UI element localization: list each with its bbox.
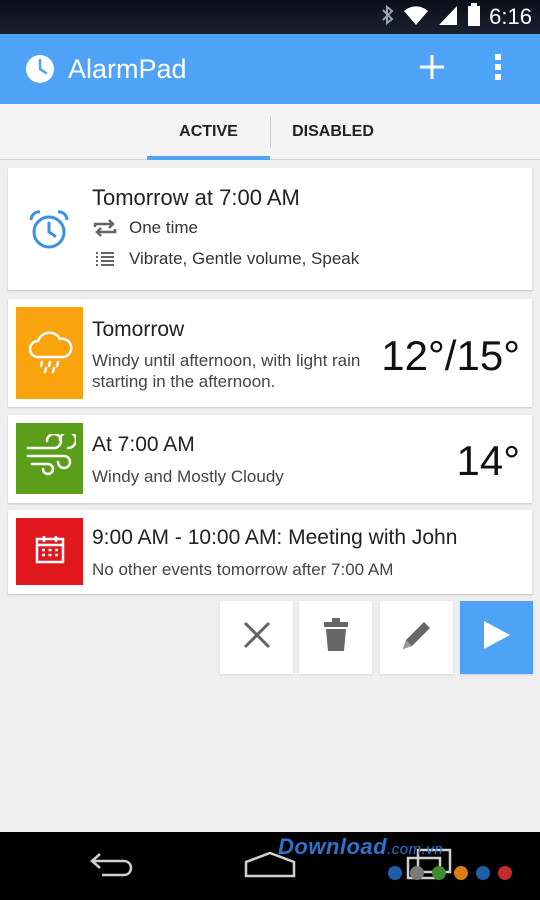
- delete-button[interactable]: [299, 601, 372, 674]
- alarm-repeat-row: One time: [92, 218, 198, 238]
- watermark-dot: [388, 866, 402, 880]
- watermark-domain: .com.vn: [387, 841, 444, 858]
- hourly-time: At 7:00 AM: [92, 433, 195, 456]
- alarm-clock-icon: [27, 208, 71, 252]
- play-button[interactable]: [460, 601, 533, 674]
- alarm-repeat-text: One time: [129, 218, 198, 237]
- alarm-options-text: Vibrate, Gentle volume, Speak: [129, 249, 360, 268]
- signal-icon: [437, 4, 459, 31]
- alarm-clock-icon: [24, 53, 56, 85]
- tab-bar: ACTIVE DISABLED: [0, 104, 540, 160]
- hourly-temperature: 14°: [456, 437, 520, 484]
- calendar-tile: [16, 518, 83, 585]
- battery-icon: [467, 2, 481, 32]
- status-time: 6:16: [489, 4, 532, 29]
- bluetooth-icon: [381, 4, 395, 31]
- watermark-brand: Download: [278, 834, 388, 859]
- watermark-dot: [432, 866, 446, 880]
- watermark-dot: [454, 866, 468, 880]
- calendar-icon: [34, 533, 66, 570]
- wind-icon: [24, 430, 77, 483]
- watermark-dot: [476, 866, 490, 880]
- rain-cloud-icon: [26, 327, 74, 380]
- back-icon: [88, 850, 136, 883]
- tab-disabled[interactable]: DISABLED: [272, 104, 394, 160]
- watermark: Download.com.vn: [278, 834, 443, 860]
- add-icon: [418, 53, 446, 86]
- event-title: 9:00 AM - 10:00 AM: Meeting with John: [92, 526, 458, 549]
- more-vert-icon: [494, 53, 502, 86]
- navigation-bar: Download.com.vn: [0, 832, 540, 900]
- alarm-card[interactable]: Tomorrow at 7:00 AM One time Vibrate, Ge…: [8, 168, 532, 290]
- watermark-dot: [410, 866, 424, 880]
- status-bar: 6:16: [0, 0, 540, 34]
- status-icons: 6:16: [381, 0, 532, 34]
- hourly-forecast-card[interactable]: At 7:00 AM Windy and Mostly Cloudy 14°: [8, 415, 532, 503]
- weather-forecast-card[interactable]: Tomorrow Windy until afternoon, with lig…: [8, 299, 532, 407]
- forecast-day: Tomorrow: [92, 318, 185, 341]
- trash-icon: [323, 618, 349, 657]
- watermark-dots: [388, 866, 512, 880]
- forecast-temperature: 12°/15°: [381, 332, 520, 379]
- tab-indicator: [147, 156, 270, 160]
- dismiss-button[interactable]: [220, 601, 293, 674]
- alarm-options-row: Vibrate, Gentle volume, Speak: [92, 249, 359, 269]
- hourly-description: Windy and Mostly Cloudy: [92, 467, 284, 486]
- pencil-icon: [401, 619, 433, 656]
- forecast-description: Windy until afternoon, with light rain s…: [92, 351, 361, 391]
- overflow-menu-button[interactable]: [470, 41, 526, 97]
- edit-button[interactable]: [380, 601, 453, 674]
- back-button[interactable]: [72, 844, 152, 888]
- tab-divider: [270, 116, 271, 148]
- event-description: No other events tomorrow after 7:00 AM: [92, 560, 394, 579]
- tab-active[interactable]: ACTIVE: [147, 104, 270, 160]
- alarm-time: Tomorrow at 7:00 AM: [92, 185, 300, 210]
- close-icon: [242, 620, 272, 655]
- wifi-icon: [403, 4, 429, 31]
- weather-tile: [16, 307, 83, 399]
- play-icon: [482, 619, 512, 656]
- add-alarm-button[interactable]: [404, 41, 460, 97]
- repeat-icon: [92, 218, 118, 238]
- wind-tile: [16, 423, 83, 494]
- calendar-event-card[interactable]: 9:00 AM - 10:00 AM: Meeting with John No…: [8, 510, 532, 594]
- watermark-dot: [498, 866, 512, 880]
- app-title: AlarmPad: [68, 53, 187, 84]
- app-bar: AlarmPad: [0, 34, 540, 104]
- list-icon: [92, 249, 118, 269]
